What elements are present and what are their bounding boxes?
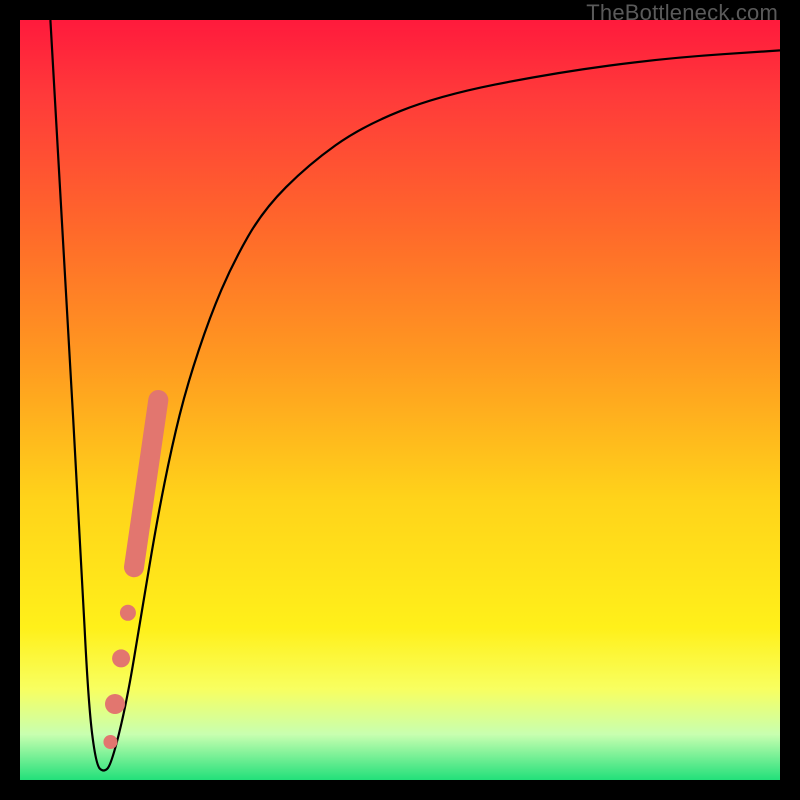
watermark-text: TheBottleneck.com: [586, 0, 778, 26]
curve-layer: [20, 20, 780, 780]
marker-segment: [134, 400, 158, 567]
marker-dot-1: [120, 605, 136, 621]
marker-dot-3: [105, 694, 125, 714]
marker-dot-4: [103, 735, 117, 749]
markers-group: [103, 400, 158, 749]
marker-dot-2: [112, 649, 130, 667]
plot-area: [20, 20, 780, 780]
chart-frame: TheBottleneck.com: [0, 0, 800, 800]
